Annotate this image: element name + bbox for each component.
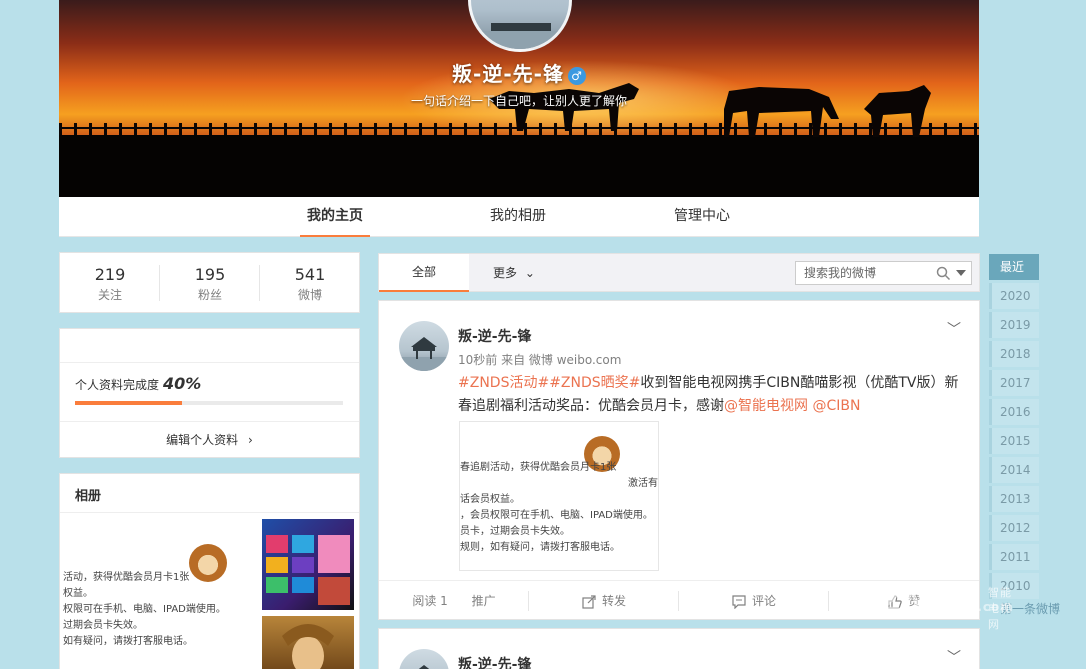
post-author-name[interactable]: 叛-逆-先-锋 [458,326,531,346]
completeness-progress [75,401,343,405]
post-author-avatar[interactable] [399,649,449,669]
post-author-avatar[interactable] [399,321,449,371]
timeline-year[interactable]: 2020 [989,283,1039,309]
dropdown-arrow-icon[interactable] [956,270,966,277]
stat-following[interactable]: 219 关注 [60,265,160,303]
search-icon[interactable] [936,266,951,281]
promote-button[interactable]: 推广 [472,594,496,608]
stats-card: 219 关注 195 粉丝 541 微博 [59,252,360,313]
profile-cover: 叛-逆-先-锋 ♂ 一句话介绍一下自己吧，让别人更了解你 [59,0,979,197]
comment-button[interactable]: 评论 [679,581,829,621]
timeline-year[interactable]: 2019 [989,312,1039,338]
tab-my-album[interactable]: 我的相册 [483,197,553,237]
completeness-label: 个人资料完成度 40% [75,374,202,393]
timeline-year[interactable]: 2015 [989,428,1039,454]
post-mentions[interactable]: @智能电视网 @CIBN [724,398,860,414]
album-card: 相册 活动，获得优酷会员月卡1张 权益。 权限可在手机、电脑、IPAD端使用。 … [59,473,360,669]
ground-silhouette [59,135,979,197]
search-input[interactable] [796,262,931,284]
tab-manage-center[interactable]: 管理中心 [667,197,737,237]
post-hashtags[interactable]: #ZNDS活动##ZNDS晒奖# [458,375,640,391]
completeness-value: 40% [163,374,202,393]
profile-name: 叛-逆-先-锋 ♂ [59,58,979,87]
comment-icon [732,594,746,609]
post-author-name[interactable]: 叛-逆-先-锋 [458,654,531,669]
weibo-post: 叛-逆-先-锋 ﹀ [378,628,980,669]
post-image[interactable]: 春追剧活动，获得优酷会员月卡1张 激活有 话会员权益。 ，会员权限可在手机、电脑… [459,421,659,571]
portrait-image [282,624,334,669]
timeline-year[interactable]: 2011 [989,544,1039,570]
post-text: #ZNDS活动##ZNDS晒奖#收到智能电视网携手CIBN酷喵影视（优酷TV版）… [458,375,959,414]
stat-followers[interactable]: 195 粉丝 [160,265,260,303]
forward-icon [582,594,596,609]
edit-profile-link[interactable]: 编辑个人资料 › [60,421,359,458]
read-count: 阅读 1 推广 [412,594,496,608]
weibo-post: 叛-逆-先-锋 10秒前 来自 微博 weibo.com ﹀ #ZNDS活动##… [378,300,980,620]
male-icon: ♂ [567,66,586,85]
chevron-down-icon[interactable]: ﹀ [947,647,961,667]
album-photo-2[interactable] [262,519,354,610]
search-box [795,261,972,285]
feed-tabs: 全部 更多 ⌄ [378,253,980,292]
album-photo-3[interactable] [262,616,354,669]
chevron-right-icon: › [248,433,253,447]
timeline-year[interactable]: 2017 [989,370,1039,396]
stat-posts[interactable]: 541 微博 [260,265,360,303]
timeline-year[interactable]: 2012 [989,515,1039,541]
app-grid-image [266,535,350,605]
timeline-year[interactable]: 2014 [989,457,1039,483]
profile-nav: 我的主页 我的相册 管理中心 [59,197,979,237]
album-title[interactable]: 相册 [75,485,101,504]
chevron-down-icon[interactable]: ﹀ [947,319,961,339]
tab-more[interactable]: 更多 ⌄ [493,254,535,292]
profile-intro[interactable]: 一句话介绍一下自己吧，让别人更了解你 [59,92,979,109]
timeline-recent[interactable]: 最近 [989,254,1039,280]
timeline-year[interactable]: 2013 [989,486,1039,512]
timeline-year[interactable]: 2018 [989,341,1039,367]
profile-avatar[interactable] [468,0,572,52]
timeline-year[interactable]: 2016 [989,399,1039,425]
tab-my-home[interactable]: 我的主页 [300,197,370,237]
horse-silhouette-3 [864,85,931,137]
tab-all[interactable]: 全部 [379,254,469,292]
profile-info-card: 个人资料完成度 40% 编辑个人资料 › [59,328,360,458]
znds-watermark: ZNDS.com 智能电视网 [880,584,1014,631]
horse-silhouette-2 [724,87,839,137]
forward-button[interactable]: 转发 [529,581,679,621]
chevron-down-icon: ⌄ [524,266,535,280]
post-meta: 10秒前 来自 微博 weibo.com [458,353,622,367]
album-photo-1[interactable]: 活动，获得优酷会员月卡1张 权益。 权限可在手机、电脑、IPAD端使用。 过期会… [61,514,257,669]
